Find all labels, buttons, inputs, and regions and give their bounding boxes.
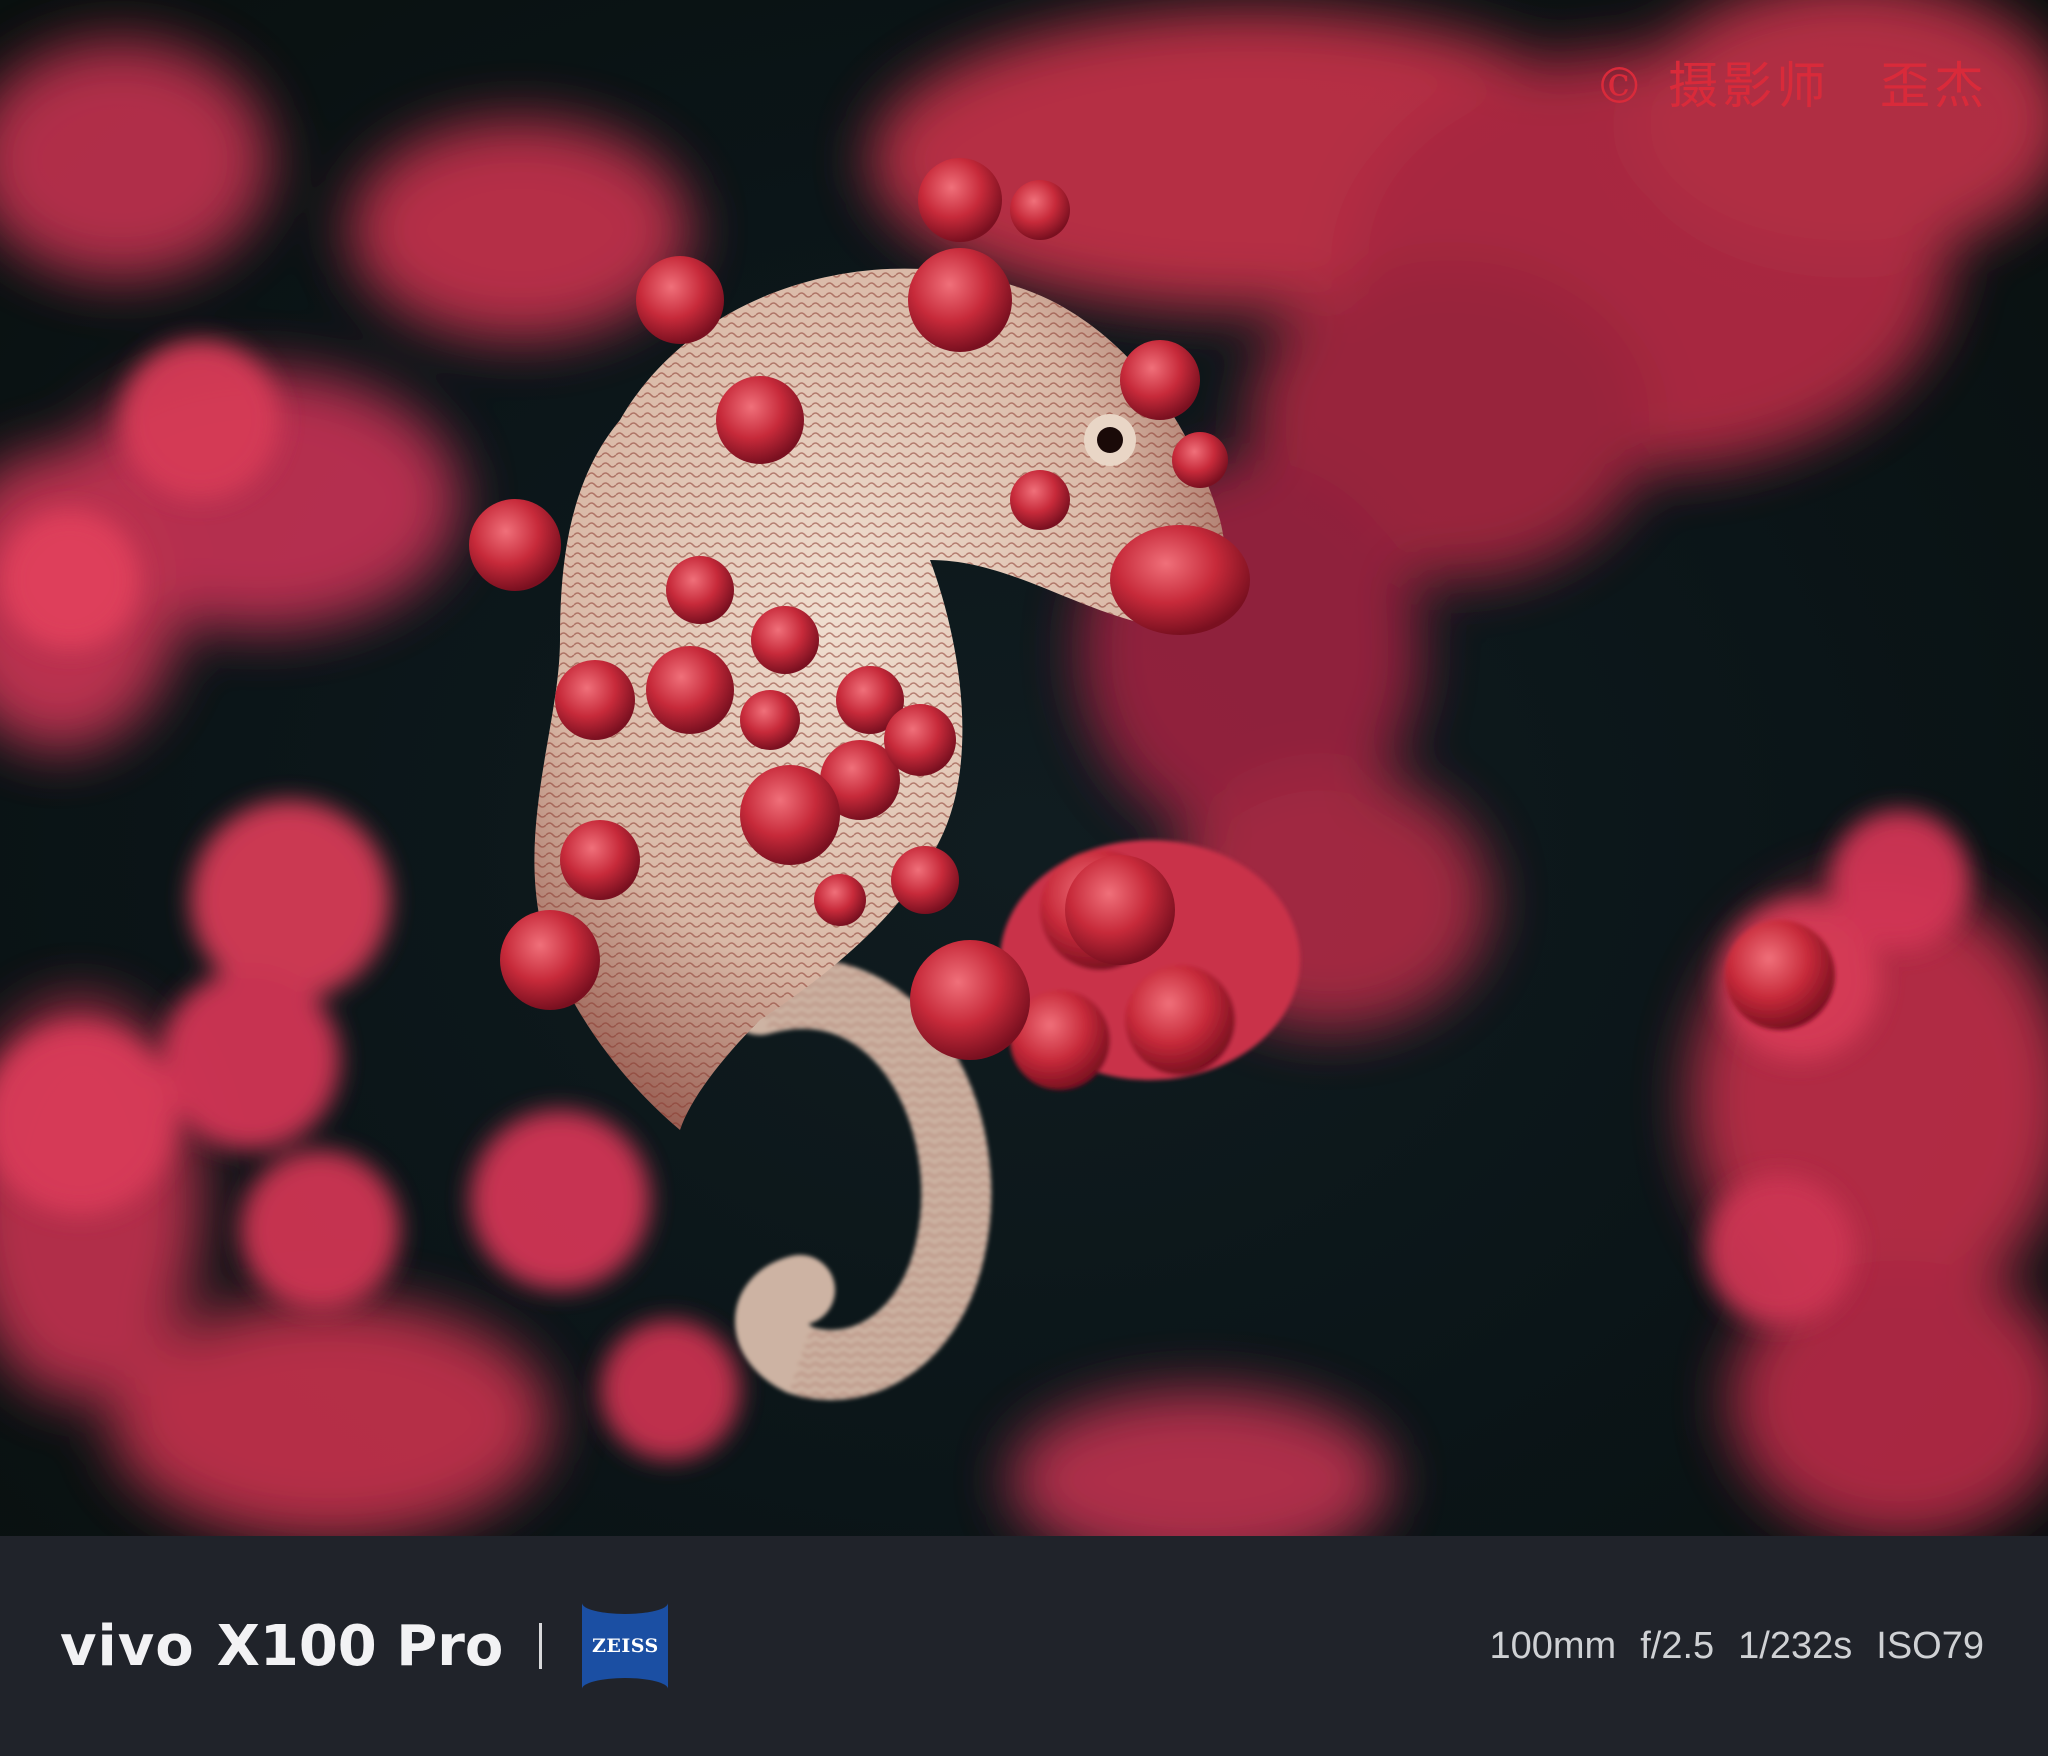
exif-focal-length: 100mm <box>1489 1624 1617 1667</box>
brand-divider <box>539 1623 543 1669</box>
exif-iso: ISO79 <box>1876 1624 1984 1667</box>
zeiss-logo-icon: ZEISS <box>582 1603 669 1689</box>
exif-info: 100mm f/2.5 1/232s ISO79 <box>1466 1536 1985 1756</box>
zeiss-logo-text: ZEISS <box>592 1635 659 1657</box>
seahorse-coral-image <box>0 0 2048 1536</box>
brand-model: X100 Pro <box>216 1613 504 1679</box>
exif-aperture: f/2.5 <box>1640 1624 1715 1667</box>
device-brand: vivo X100 Pro ZEISS <box>60 1536 669 1756</box>
photographer-label: 摄影师 <box>1668 57 1831 115</box>
camera-info-bar: vivo X100 Pro ZEISS 100mm f/2.5 1/232s I… <box>0 1536 2048 1756</box>
exif-shutter: 1/232s <box>1738 1624 1853 1667</box>
copyright-symbol: © <box>1594 57 1649 115</box>
photographer-watermark: © 摄影师 歪杰 <box>1594 46 1988 118</box>
brand-name: vivo <box>60 1613 195 1679</box>
photo: © 摄影师 歪杰 <box>0 0 2048 1536</box>
photographer-name: 歪杰 <box>1880 57 1988 115</box>
